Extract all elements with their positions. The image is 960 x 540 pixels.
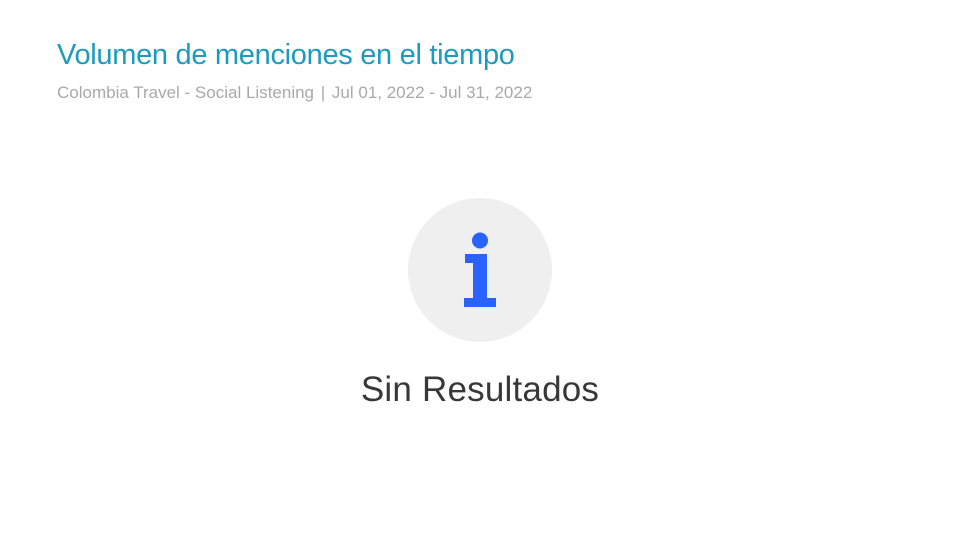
report-title: Volumen de menciones en el tiempo	[57, 39, 515, 71]
subtitle-date-range: Jul 01, 2022 - Jul 31, 2022	[331, 83, 533, 102]
report-subtitle: Colombia Travel - Social Listening | Jul…	[57, 82, 920, 104]
report-header: Volumen de menciones en el tiempo Colomb…	[57, 36, 920, 104]
empty-message: Sin Resultados	[360, 370, 600, 409]
empty-state: Sin Resultados	[0, 198, 960, 412]
subtitle-separator: |	[320, 83, 326, 102]
subtitle-source: Colombia Travel - Social Listening	[57, 83, 315, 102]
info-icon-badge	[408, 198, 552, 342]
info-icon	[464, 232, 496, 307]
report-card: Volumen de menciones en el tiempo Colomb…	[0, 0, 960, 540]
